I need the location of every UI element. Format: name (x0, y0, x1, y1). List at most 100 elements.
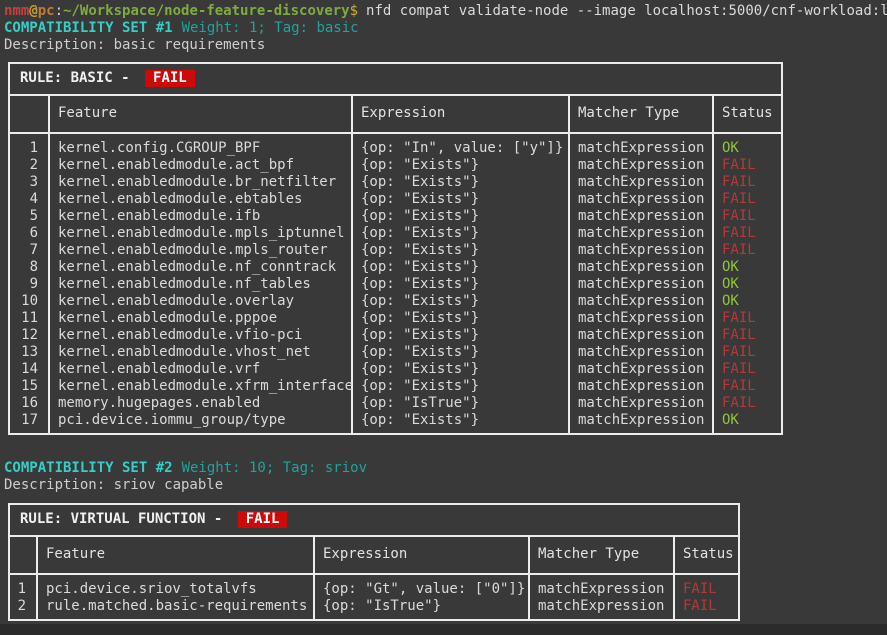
table-cell-feature: kernel.enabledmodule.pppoe (50, 310, 351, 327)
rule-status-badge: FAIL (145, 70, 195, 87)
table-cell-matcher: matchExpression (530, 581, 673, 598)
table-cell-num: 6 (10, 225, 48, 242)
table-cell-status: FAIL (714, 361, 781, 378)
table-cell-expression: {op: "IsTrue"} (315, 598, 528, 615)
table-cell-status: FAIL (675, 598, 738, 615)
table-column-matcher: matchExpressionmatchExpressionmatchExpre… (570, 134, 714, 433)
terminal[interactable]: nmm@pc:~/Workspace/node-feature-discover… (0, 0, 887, 621)
table-cell-expression: {op: "Exists"} (353, 208, 568, 225)
table-cell-num: 14 (10, 361, 48, 378)
set1-header: COMPATIBILITY SET #1 Weight: 1; Tag: basi… (4, 20, 887, 37)
table-cell-matcher: matchExpression (570, 327, 712, 344)
table-cell-num: 3 (10, 174, 48, 191)
table-body: 12pci.device.sriov_totalvfsrule.matched.… (10, 575, 738, 619)
table-cell-num: 5 (10, 208, 48, 225)
table-cell-feature: kernel.enabledmodule.ebtables (50, 191, 351, 208)
table-cell-status: FAIL (714, 157, 781, 174)
table-column-num: 12 (10, 575, 38, 619)
table-cell-matcher: matchExpression (570, 378, 712, 395)
table-cell-matcher: matchExpression (530, 598, 673, 615)
prompt-dollar-symbol: $ (350, 3, 358, 19)
column-header-index (10, 537, 38, 573)
table-cell-num: 2 (10, 598, 36, 615)
prompt-line: nmm@pc:~/Workspace/node-feature-discover… (4, 3, 887, 20)
table-cell-feature: kernel.enabledmodule.xfrm_interface (50, 378, 351, 395)
table-cell-matcher: matchExpression (570, 140, 712, 157)
column-header-index (10, 96, 50, 132)
table-cell-status: FAIL (714, 174, 781, 191)
rule-table-virtual-function: RULE: VIRTUAL FUNCTION - FAIL Feature Ex… (8, 503, 740, 621)
table-cell-expression: {op: "Exists"} (353, 293, 568, 310)
table-cell-status: FAIL (714, 208, 781, 225)
table-cell-feature: kernel.enabledmodule.mpls_iptunnel (50, 225, 351, 242)
table-cell-matcher: matchExpression (570, 293, 712, 310)
prompt-user: nmm (4, 3, 29, 19)
rule-header-basic: RULE: BASIC - FAIL (10, 64, 781, 96)
prompt-path: ~/Workspace/node-feature-discovery (63, 3, 350, 19)
command-text: nfd compat validate-node --image localho… (366, 3, 887, 19)
table-cell-matcher: matchExpression (570, 395, 712, 412)
table-cell-feature: kernel.enabledmodule.br_netfilter (50, 174, 351, 191)
table-cell-matcher: matchExpression (570, 225, 712, 242)
column-header-matcher-type: Matcher Type (570, 96, 714, 132)
table-cell-expression: {op: "Exists"} (353, 259, 568, 276)
table-cell-status: FAIL (714, 191, 781, 208)
table-cell-feature: memory.hugepages.enabled (50, 395, 351, 412)
table-cell-num: 11 (10, 310, 48, 327)
table-cell-expression: {op: "Exists"} (353, 157, 568, 174)
table-cell-status: OK (714, 259, 781, 276)
column-header-expression: Expression (315, 537, 530, 573)
table-cell-matcher: matchExpression (570, 208, 712, 225)
table-cell-matcher: matchExpression (570, 191, 712, 208)
table-cell-status: FAIL (714, 225, 781, 242)
table-cell-status: OK (714, 140, 781, 157)
table-cell-status: OK (714, 412, 781, 429)
table-cell-feature: kernel.enabledmodule.vrf (50, 361, 351, 378)
table-cell-num: 13 (10, 344, 48, 361)
table-body: 1234567891011121314151617kernel.config.C… (10, 134, 781, 433)
column-header-status: Status (675, 537, 738, 573)
table-cell-status: FAIL (714, 395, 781, 412)
table-cell-matcher: matchExpression (570, 361, 712, 378)
set1-title: COMPATIBILITY SET #1 (4, 20, 173, 36)
table-cell-expression: {op: "Exists"} (353, 225, 568, 242)
table-cell-feature: kernel.enabledmodule.act_bpf (50, 157, 351, 174)
table-cell-num: 9 (10, 276, 48, 293)
window-bottom-edge (0, 624, 887, 635)
table-cell-expression: {op: "Exists"} (353, 361, 568, 378)
table-cell-status: OK (714, 293, 781, 310)
column-header-status: Status (714, 96, 781, 132)
table-cell-feature: pci.device.iommu_group/type (50, 412, 351, 429)
rule-table-basic: RULE: BASIC - FAIL Feature Expression Ma… (8, 62, 783, 435)
table-cell-expression: {op: "Exists"} (353, 412, 568, 429)
table-cell-expression: {op: "In", value: ["y"]} (353, 140, 568, 157)
table-cell-num: 15 (10, 378, 48, 395)
table-cell-matcher: matchExpression (570, 242, 712, 259)
table-cell-num: 1 (10, 140, 48, 157)
table-cell-status: FAIL (675, 581, 738, 598)
table-cell-status: FAIL (714, 242, 781, 259)
table-cell-feature: kernel.enabledmodule.vfio-pci (50, 327, 351, 344)
table-cell-expression: {op: "Exists"} (353, 174, 568, 191)
column-header-feature: Feature (38, 537, 315, 573)
table-cell-matcher: matchExpression (570, 276, 712, 293)
table-cell-num: 17 (10, 412, 48, 429)
set1-meta: Weight: 1; Tag: basic (182, 20, 359, 36)
column-header-matcher-type: Matcher Type (530, 537, 675, 573)
table-cell-matcher: matchExpression (570, 157, 712, 174)
column-header-expression: Expression (353, 96, 570, 132)
table-column-status: OKFAILFAILFAILFAILFAILFAILOKOKOKFAILFAIL… (714, 134, 781, 433)
table-cell-expression: {op: "Exists"} (353, 310, 568, 327)
table-cell-expression: {op: "Exists"} (353, 242, 568, 259)
table-cell-feature: kernel.enabledmodule.nf_tables (50, 276, 351, 293)
prompt-host: pc (38, 3, 55, 19)
table-cell-num: 12 (10, 327, 48, 344)
table-header-row: Feature Expression Matcher Type Status (10, 96, 781, 134)
rule-label: RULE: BASIC - (20, 70, 138, 86)
table-cell-status: FAIL (714, 378, 781, 395)
table-cell-matcher: matchExpression (570, 310, 712, 327)
table-column-expression: {op: "Gt", value: ["0"]}{op: "IsTrue"} (315, 575, 530, 619)
table-column-feature: kernel.config.CGROUP_BPFkernel.enabledmo… (50, 134, 353, 433)
table-column-feature: pci.device.sriov_totalvfsrule.matched.ba… (38, 575, 315, 619)
rule-label: RULE: VIRTUAL FUNCTION - (20, 511, 231, 527)
